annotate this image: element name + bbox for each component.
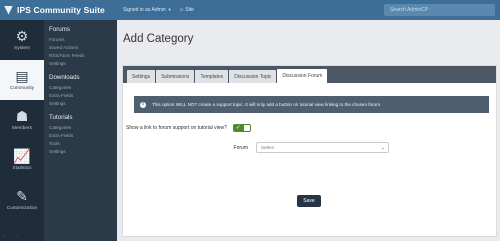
- chart-icon: 📈: [13, 148, 31, 164]
- primary-nav-label: Members: [12, 126, 32, 131]
- app-logo[interactable]: IPS Community Suite: [4, 5, 105, 15]
- tab-discussion-forum[interactable]: Discussion Forum: [277, 69, 328, 83]
- nav-item-forum-settings[interactable]: Settings: [49, 60, 117, 68]
- app-name: IPS Community Suite: [17, 5, 105, 15]
- primary-nav-system[interactable]: ⚙ System: [0, 20, 44, 60]
- info-icon: i: [140, 101, 146, 108]
- tab-submissions[interactable]: Submissions: [156, 70, 195, 83]
- site-link-label: Site: [185, 7, 194, 13]
- primary-nav-customization[interactable]: ✎ Customization: [0, 180, 44, 220]
- collapse-icon[interactable]: ‹: [17, 233, 18, 238]
- logo-icon: [4, 5, 13, 15]
- bottom-tools: ☆ ‹: [3, 233, 18, 238]
- forum-select[interactable]: Select ⌄: [256, 142, 389, 153]
- nav-group-title: Forums: [49, 26, 70, 33]
- chevron-down-icon: ⌄: [380, 144, 385, 151]
- toggle-row: Show a link to forum support on tutorial…: [126, 124, 251, 132]
- nav-item-forums[interactable]: Forums: [49, 36, 117, 44]
- tab-settings[interactable]: Settings: [127, 70, 156, 83]
- user-menu-label: Signed in as Admin: [122, 7, 166, 13]
- forum-label: Forum: [233, 144, 248, 151]
- nav-item-download-settings[interactable]: Settings: [49, 100, 117, 108]
- primary-nav-label: System: [14, 46, 30, 51]
- check-icon: ✓: [235, 125, 241, 131]
- nav-item-tutorial-tools[interactable]: Tools: [49, 140, 117, 148]
- notice-text: This option WILL NOT create a support to…: [152, 102, 381, 107]
- tab-bar: Settings Submissions Templates Discussio…: [123, 66, 496, 83]
- primary-nav-label: Customization: [6, 206, 38, 211]
- info-notice: i This option WILL NOT create a support …: [134, 96, 489, 113]
- nav-group-title: Downloads: [49, 74, 80, 81]
- primary-nav-members[interactable]: ☗ Members: [0, 100, 44, 140]
- favorites-icon[interactable]: ☆: [3, 233, 7, 238]
- caret-down-icon: ▼: [167, 7, 172, 12]
- form-panel: Settings Submissions Templates Discussio…: [122, 65, 497, 237]
- document-icon: ▤: [15, 68, 29, 84]
- nav-item-tutorial-settings[interactable]: Settings: [49, 148, 117, 156]
- nav-item-download-extra-fields[interactable]: Extra Fields: [49, 92, 117, 100]
- forum-link-toggle[interactable]: ✓: [232, 124, 251, 132]
- forum-select-value: Select: [261, 145, 274, 150]
- nav-item-tutorial-extra-fields[interactable]: Extra Fields: [49, 132, 117, 140]
- primary-nav-label: Statistics: [12, 166, 32, 171]
- tab-templates[interactable]: Templates: [195, 70, 229, 83]
- nav-item-rss-feeds[interactable]: RSS/Atom Feeds: [49, 52, 117, 60]
- gears-icon: ⚙: [15, 28, 29, 44]
- paintbrush-icon: ✎: [16, 188, 28, 204]
- search-input[interactable]: [384, 4, 495, 16]
- top-bar: IPS Community Suite Signed in as Admin ▼ …: [0, 0, 500, 20]
- toggle-knob: [243, 125, 250, 131]
- nav-group-title: Tutorials: [49, 114, 73, 121]
- primary-nav-label: Community: [9, 86, 35, 91]
- save-button[interactable]: Save: [297, 195, 321, 207]
- home-icon: ⌂: [179, 7, 184, 13]
- primary-nav-statistics[interactable]: 📈 Statistics: [0, 140, 44, 180]
- tab-discussion-topic[interactable]: Discussion Topic: [229, 70, 277, 83]
- primary-nav: ⚙ System ▤ Community ☗ Members 📈 Statist…: [0, 20, 44, 241]
- nav-item-saved-actions[interactable]: Saved Actions: [49, 44, 117, 52]
- toggle-label: Show a link to forum support on tutorial…: [126, 125, 227, 131]
- main-content: Add Category Settings Submissions Templa…: [117, 20, 500, 241]
- nav-group-forums: Forums Forums Saved Actions RSS/Atom Fee…: [49, 26, 117, 68]
- nav-item-download-categories[interactable]: Categories: [49, 84, 117, 92]
- primary-nav-community[interactable]: ▤ Community: [0, 60, 44, 100]
- nav-group-tutorials: Tutorials Categories Extra Fields Tools …: [49, 114, 117, 156]
- page-title: Add Category: [123, 33, 194, 45]
- nav-item-tutorial-categories[interactable]: Categories: [49, 124, 117, 132]
- site-link[interactable]: ⌂ Site: [180, 7, 194, 13]
- users-icon: ☗: [15, 108, 29, 124]
- secondary-nav: Forums Forums Saved Actions RSS/Atom Fee…: [44, 20, 117, 241]
- nav-group-downloads: Downloads Categories Extra Fields Settin…: [49, 74, 117, 108]
- forum-row: Forum Select ⌄: [228, 142, 389, 153]
- user-menu[interactable]: Signed in as Admin ▼: [123, 7, 172, 13]
